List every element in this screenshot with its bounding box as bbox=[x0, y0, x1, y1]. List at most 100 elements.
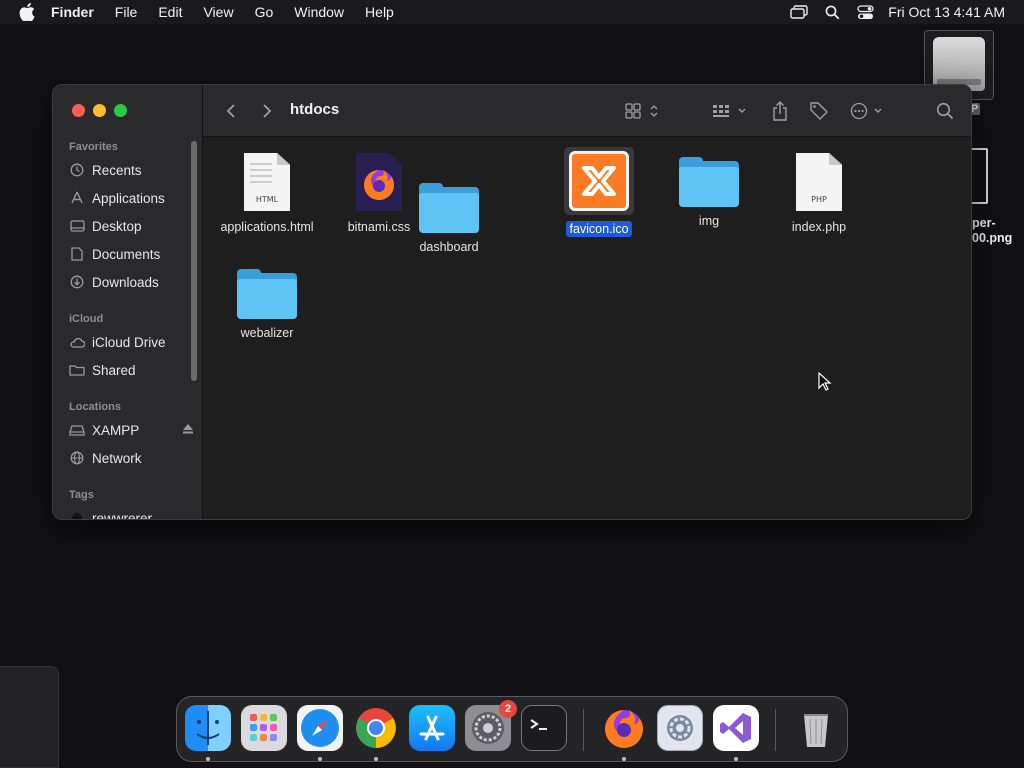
dock-chrome-icon[interactable] bbox=[353, 705, 399, 751]
sidebar-item-xampp[interactable]: XAMPP bbox=[69, 419, 194, 441]
folder-item[interactable]: dashboard bbox=[401, 177, 497, 255]
menu-window[interactable]: Window bbox=[294, 4, 344, 20]
mouse-cursor-icon bbox=[818, 372, 832, 391]
menu-help[interactable]: Help bbox=[365, 4, 394, 20]
running-indicator bbox=[622, 757, 626, 761]
sidebar-item-network[interactable]: Network bbox=[69, 447, 194, 469]
sidebar-heading-favorites: Favorites bbox=[69, 141, 118, 153]
dock: 2 bbox=[176, 696, 848, 762]
file-item[interactable]: PHP index.php bbox=[771, 151, 867, 235]
search-icon[interactable] bbox=[933, 99, 957, 123]
sidebar-item-downloads[interactable]: Downloads bbox=[69, 271, 194, 293]
sidebar-item-label: Network bbox=[92, 450, 142, 466]
dock-separator bbox=[583, 709, 584, 751]
menu-app-finder[interactable]: Finder bbox=[51, 4, 94, 20]
group-by-icon[interactable] bbox=[711, 99, 751, 123]
menu-go[interactable]: Go bbox=[255, 4, 274, 20]
clock-icon bbox=[69, 162, 85, 178]
running-indicator bbox=[318, 757, 322, 761]
tag-icon[interactable] bbox=[807, 99, 831, 123]
finder-toolbar: htdocs bbox=[203, 85, 971, 137]
apple-logo-icon[interactable] bbox=[17, 2, 37, 22]
file-name: index.php bbox=[791, 220, 847, 234]
php-file-icon: PHP bbox=[794, 151, 844, 213]
dock-system-settings-icon[interactable]: 2 bbox=[465, 700, 517, 751]
dock-terminal-icon[interactable] bbox=[521, 705, 567, 751]
eject-icon[interactable] bbox=[182, 422, 194, 437]
dock-visual-studio-icon[interactable] bbox=[713, 705, 759, 751]
minimize-button[interactable] bbox=[93, 104, 106, 117]
shared-folder-icon bbox=[69, 362, 85, 378]
menu-view[interactable]: View bbox=[203, 4, 233, 20]
sidebar-item-label: rewwrerer bbox=[92, 510, 153, 520]
folder-icon bbox=[419, 177, 479, 233]
close-button[interactable] bbox=[72, 104, 85, 117]
file-item-selected[interactable]: favicon.ico bbox=[551, 147, 647, 237]
dock-trash-icon[interactable] bbox=[793, 705, 839, 751]
sidebar-item-label: Desktop bbox=[92, 218, 142, 234]
cloud-icon bbox=[69, 334, 85, 350]
menu-edit[interactable]: Edit bbox=[158, 4, 182, 20]
html-file-icon: HTML bbox=[242, 151, 292, 213]
sidebar-item-desktop[interactable]: Desktop bbox=[69, 215, 194, 237]
folder-icon bbox=[679, 157, 739, 207]
sidebar-item-shared[interactable]: Shared bbox=[69, 359, 194, 381]
sidebar-item-icloud-drive[interactable]: iCloud Drive bbox=[69, 331, 194, 353]
file-name: applications.html bbox=[220, 220, 314, 234]
folder-name: webalizer bbox=[240, 326, 294, 340]
file-name: favicon.ico bbox=[566, 221, 632, 237]
window-controls bbox=[72, 104, 127, 117]
forward-button[interactable] bbox=[257, 99, 277, 123]
control-center-icon[interactable] bbox=[855, 2, 875, 22]
dock-separator bbox=[775, 709, 776, 751]
back-button[interactable] bbox=[221, 99, 241, 123]
globe-icon bbox=[69, 450, 85, 466]
sidebar-item-documents[interactable]: Documents bbox=[69, 243, 194, 265]
file-item[interactable]: HTML applications.html bbox=[219, 151, 315, 235]
zoom-button[interactable] bbox=[114, 104, 127, 117]
dock-app-store-icon[interactable] bbox=[409, 705, 455, 751]
sidebar-item-tag[interactable]: rewwrerer bbox=[69, 507, 194, 520]
menu-file[interactable]: File bbox=[115, 4, 138, 20]
sidebar-item-applications[interactable]: Applications bbox=[69, 187, 194, 209]
screen-mirroring-icon[interactable] bbox=[789, 2, 809, 22]
dock-launchpad-icon[interactable] bbox=[241, 705, 287, 751]
view-mode-icon-grid[interactable] bbox=[623, 99, 663, 123]
running-indicator bbox=[734, 757, 738, 761]
more-actions-icon[interactable] bbox=[849, 99, 889, 123]
desktop-window-edge bbox=[0, 666, 59, 768]
spotlight-search-icon[interactable] bbox=[822, 2, 842, 22]
dock-finder-icon[interactable] bbox=[185, 705, 231, 751]
notification-badge: 2 bbox=[499, 700, 517, 718]
sidebar-heading-locations: Locations bbox=[69, 401, 121, 413]
finder-window: Favorites Recents Applications Desktop D… bbox=[52, 84, 972, 520]
sidebar-item-label: Downloads bbox=[92, 274, 159, 290]
sidebar-item-recents[interactable]: Recents bbox=[69, 159, 194, 181]
folder-item[interactable]: img bbox=[661, 157, 757, 229]
running-indicator bbox=[374, 757, 378, 761]
menu-bar: Finder File Edit View Go Window Help Fri… bbox=[0, 0, 1024, 24]
sidebar-scrollbar[interactable] bbox=[191, 141, 197, 381]
running-indicator bbox=[206, 757, 210, 761]
sidebar-item-label: iCloud Drive bbox=[92, 334, 166, 350]
tag-dot-icon bbox=[69, 510, 85, 519]
window-title: htdocs bbox=[290, 101, 340, 118]
sidebar-item-label: Shared bbox=[92, 362, 136, 378]
file-type-tag: HTML bbox=[255, 195, 279, 204]
sidebar: Favorites Recents Applications Desktop D… bbox=[53, 85, 203, 519]
share-icon[interactable] bbox=[769, 99, 791, 123]
applications-icon bbox=[69, 190, 85, 206]
menu-bar-clock[interactable]: Fri Oct 13 4:41 AM bbox=[888, 4, 1005, 20]
firefox-document-icon bbox=[354, 151, 404, 213]
folder-item[interactable]: webalizer bbox=[219, 269, 315, 341]
dock-safari-icon[interactable] bbox=[297, 705, 343, 751]
desktop-file-label[interactable]: per- 00.png bbox=[972, 216, 1024, 246]
file-type-tag: PHP bbox=[811, 195, 827, 204]
folder-name: img bbox=[698, 214, 720, 228]
dock-settings-app-icon[interactable] bbox=[657, 705, 703, 751]
download-icon bbox=[69, 274, 85, 290]
desktop-icon bbox=[69, 218, 85, 234]
dock-firefox-icon[interactable] bbox=[601, 705, 647, 751]
desktop-file-icon[interactable] bbox=[972, 148, 988, 204]
file-browser: HTML applications.html bitnami.css dashb… bbox=[203, 137, 971, 519]
